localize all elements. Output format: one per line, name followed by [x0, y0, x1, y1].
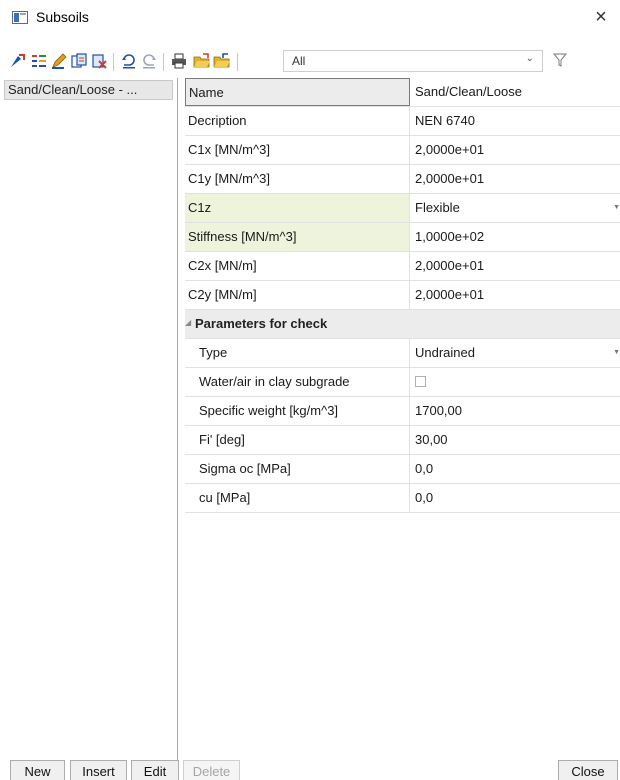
property-label: C1x [MN/m^3] — [185, 136, 410, 164]
property-label: C2y [MN/m] — [185, 281, 410, 309]
redo-icon[interactable] — [140, 52, 158, 70]
window-title: Subsoils — [36, 9, 89, 25]
list-item[interactable]: Sand/Clean/Loose - ... — [4, 80, 173, 100]
close-button[interactable]: Close — [558, 760, 618, 780]
property-label: Sigma oc [MPa] — [197, 455, 410, 483]
toolbar: All ⌄ — [0, 48, 620, 78]
toolbar-separator — [237, 53, 238, 71]
property-value[interactable]: Sand/Clean/Loose — [415, 78, 620, 106]
edit-button[interactable]: Edit — [131, 760, 179, 780]
property-row-c1y[interactable]: C1y [MN/m^3] 2,0000e+01 — [185, 165, 620, 194]
properties-icon[interactable] — [30, 52, 48, 70]
group-header-parameters[interactable]: ◢ Parameters for check — [185, 310, 620, 339]
property-value[interactable]: 0,0 — [415, 455, 620, 483]
new-button[interactable]: New — [10, 760, 65, 780]
property-value: Flexible — [415, 200, 460, 215]
property-row-name[interactable]: Name Sand/Clean/Loose — [185, 78, 620, 107]
property-value[interactable]: 2,0000e+01 — [415, 165, 620, 193]
chevron-down-icon: ▼ — [613, 204, 620, 211]
property-row-cu[interactable]: cu [MPa] 0,0 — [185, 484, 620, 513]
property-row-c1z[interactable]: C1z Flexible ▼ — [185, 194, 620, 223]
print-icon[interactable] — [170, 52, 188, 70]
property-label: C1y [MN/m^3] — [185, 165, 410, 193]
filter-icon[interactable] — [552, 51, 568, 69]
property-dropdown[interactable]: Undrained ▼ — [415, 339, 620, 367]
open-icon[interactable] — [193, 52, 211, 70]
property-row-stiffness[interactable]: Stiffness [MN/m^3] 1,0000e+02 — [185, 223, 620, 252]
property-row-description[interactable]: Decription NEN 6740 — [185, 107, 620, 136]
delete-icon[interactable] — [90, 52, 108, 70]
property-dropdown[interactable]: Flexible ▼ — [415, 194, 620, 222]
property-row-c2x[interactable]: C2x [MN/m] 2,0000e+01 — [185, 252, 620, 281]
filter-dropdown[interactable]: All ⌄ — [283, 50, 543, 72]
chevron-down-icon: ⌄ — [525, 53, 534, 64]
property-label: cu [MPa] — [197, 484, 410, 512]
toolbar-separator — [113, 53, 114, 71]
undo-icon[interactable] — [120, 52, 138, 70]
property-label: Name — [185, 78, 410, 106]
property-label: C1z — [185, 194, 410, 222]
new-icon[interactable] — [9, 52, 27, 70]
property-row-water-air[interactable]: Water/air in clay subgrade — [185, 368, 620, 397]
title-bar: Subsoils × — [0, 0, 620, 36]
property-label: Type — [197, 339, 410, 367]
property-value[interactable]: 1,0000e+02 — [415, 223, 620, 251]
property-value[interactable]: 1700,00 — [415, 397, 620, 425]
delete-button[interactable]: Delete — [183, 760, 240, 780]
collapse-triangle-icon[interactable]: ◢ — [185, 318, 191, 327]
property-label: Fi' [deg] — [197, 426, 410, 454]
insert-button[interactable]: Insert — [70, 760, 127, 780]
property-value[interactable]: 30,00 — [415, 426, 620, 454]
property-row-c1x[interactable]: C1x [MN/m^3] 2,0000e+01 — [185, 136, 620, 165]
property-row-specific-weight[interactable]: Specific weight [kg/m^3] 1700,00 — [185, 397, 620, 426]
property-row-sigma-oc[interactable]: Sigma oc [MPa] 0,0 — [185, 455, 620, 484]
property-row-type[interactable]: Type Undrained ▼ — [185, 339, 620, 368]
property-row-c2y[interactable]: C2y [MN/m] 2,0000e+01 — [185, 281, 620, 310]
toolbar-separator — [163, 53, 164, 71]
close-window-button[interactable]: × — [588, 6, 614, 30]
copy-icon[interactable] — [70, 52, 88, 70]
subsoil-list: Sand/Clean/Loose - ... — [0, 78, 178, 760]
property-label: Specific weight [kg/m^3] — [197, 397, 410, 425]
group-label: Parameters for check — [195, 316, 328, 331]
property-value[interactable]: 2,0000e+01 — [415, 252, 620, 280]
property-label: C2x [MN/m] — [185, 252, 410, 280]
property-label: Decription — [185, 107, 410, 135]
filter-value: All — [292, 54, 306, 68]
property-checkbox-cell — [415, 368, 620, 396]
property-value: Undrained — [415, 345, 475, 360]
property-value[interactable]: NEN 6740 — [415, 107, 620, 135]
property-value[interactable]: 2,0000e+01 — [415, 136, 620, 164]
property-label: Water/air in clay subgrade — [197, 368, 410, 396]
chevron-down-icon: ▼ — [613, 349, 620, 356]
water-air-checkbox[interactable] — [415, 376, 426, 387]
property-label: Stiffness [MN/m^3] — [185, 223, 410, 251]
window-icon — [12, 11, 28, 24]
edit-icon[interactable] — [50, 52, 68, 70]
property-value[interactable]: 2,0000e+01 — [415, 281, 620, 309]
property-value[interactable]: 0,0 — [415, 484, 620, 512]
property-row-fi[interactable]: Fi' [deg] 30,00 — [185, 426, 620, 455]
save-icon[interactable] — [213, 52, 231, 70]
